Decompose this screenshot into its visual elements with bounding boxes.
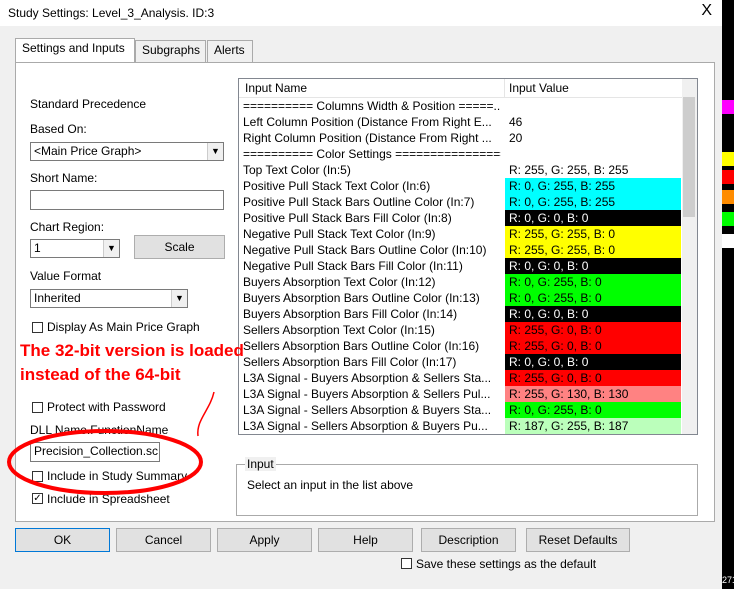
price-marker	[722, 100, 734, 114]
price-marker	[722, 234, 734, 248]
annotation-arrow	[197, 391, 215, 437]
price-marker	[722, 152, 734, 166]
price-number: 2711	[722, 575, 734, 585]
price-marker	[722, 170, 734, 184]
chart-background-strip: 2711	[722, 0, 734, 589]
annotation-ellipse	[7, 429, 203, 495]
annotation-overlay	[7, 391, 215, 495]
study-settings-window: Study Settings: Level_3_Analysis. ID:3 X…	[0, 0, 723, 589]
price-marker	[722, 212, 734, 226]
price-marker	[722, 190, 734, 204]
